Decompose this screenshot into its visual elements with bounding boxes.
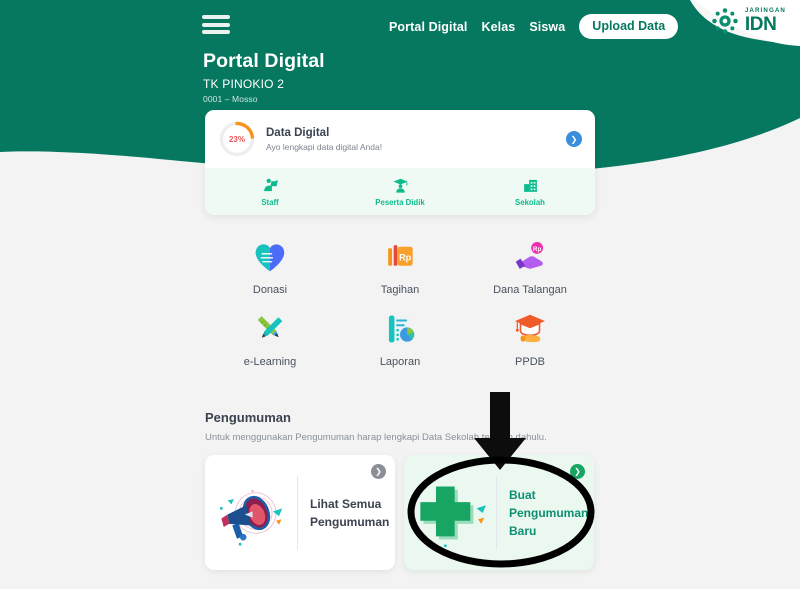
menu-item-tagihan[interactable]: Rp Tagihan	[335, 238, 465, 296]
page-title: Portal Digital	[203, 50, 325, 72]
heart-hand-icon	[255, 244, 285, 272]
data-category-label: Peserta Didik	[375, 197, 425, 207]
data-category-peserta-didik[interactable]: Peserta Didik	[335, 177, 465, 207]
upload-data-button[interactable]: Upload Data	[579, 14, 679, 39]
menu-item-e-learning[interactable]: e-Learning	[205, 310, 335, 368]
brand-logo: JARINGAN IDN	[710, 6, 786, 36]
svg-text:Rp: Rp	[399, 253, 412, 263]
idn-starburst-icon	[712, 8, 738, 34]
announcement-cards: Lihat Semua Pengumuman ❯ Buat Pengumuman…	[205, 455, 594, 570]
nav-links: Portal Digital Kelas Siswa Upload Data	[389, 14, 679, 39]
announcement-section-title: Pengumuman	[205, 410, 291, 425]
graduate-icon	[392, 178, 408, 193]
menu-item-dana-talangan[interactable]: Rp Dana Talangan	[465, 238, 595, 296]
menu-item-label: PPDB	[515, 356, 545, 368]
data-digital-card[interactable]: 23% Data Digital Ayo lengkapi data digit…	[205, 110, 595, 215]
menu-item-label: Laporan	[379, 356, 421, 368]
logo-idn-text: IDN	[744, 14, 777, 36]
top-navigation-bar: Portal Digital Kelas Siswa Upload Data	[0, 0, 800, 48]
nav-item-kelas[interactable]: Kelas	[482, 20, 516, 34]
data-digital-header: 23% Data Digital Ayo lengkapi data digit…	[205, 110, 595, 168]
menu-item-label: e-Learning	[243, 356, 297, 368]
nav-item-portal-digital[interactable]: Portal Digital	[389, 20, 468, 34]
staff-icon	[263, 178, 278, 191]
menu-item-donasi[interactable]: Donasi	[205, 238, 335, 296]
card-label: Buat Pengumuman Baru	[509, 487, 589, 538]
nav-item-siswa[interactable]: Siswa	[529, 20, 565, 34]
school-code: 0001 – Mosso	[203, 94, 258, 104]
data-digital-categories: Staff Peserta Didik Sekolah	[205, 168, 595, 215]
card-chevron-right-icon[interactable]: ❯	[570, 464, 585, 479]
progress-ring: 23%	[218, 120, 256, 158]
card-chevron-right-icon[interactable]: ❯	[371, 464, 386, 479]
svg-text:Rp: Rp	[533, 246, 542, 253]
progress-percent-label: 23%	[228, 134, 245, 144]
data-category-label: Staff	[261, 197, 279, 207]
card-lihat-semua-pengumuman[interactable]: Lihat Semua Pengumuman ❯	[205, 455, 395, 570]
school-building-icon	[523, 179, 537, 192]
data-digital-text: Data Digital Ayo lengkapi data digital A…	[266, 127, 382, 152]
pencil-ruler-icon	[257, 316, 283, 338]
page-header: Portal Digital TK PINOKIO 2 0001 – Mosso	[203, 50, 325, 104]
menu-item-label: Dana Talangan	[493, 284, 567, 296]
hand-coin-icon: Rp	[515, 241, 544, 269]
data-digital-title: Data Digital	[266, 126, 330, 139]
report-chart-icon	[388, 315, 415, 343]
data-category-sekolah[interactable]: Sekolah	[465, 177, 595, 207]
hamburger-icon[interactable]	[202, 15, 230, 34]
rp-book-icon: Rp	[388, 245, 413, 266]
data-category-staff[interactable]: Staff	[205, 177, 335, 207]
plus-illustration	[404, 455, 496, 570]
graduation-cap-icon	[514, 314, 546, 343]
app-screen: Portal Digital Kelas Siswa Upload Data J…	[0, 0, 800, 589]
school-name: TK PINOKIO 2	[203, 77, 285, 91]
menu-item-ppdb[interactable]: PPDB	[465, 310, 595, 368]
card-buat-pengumuman-baru[interactable]: Buat Pengumuman Baru ❯	[404, 455, 594, 570]
menu-item-laporan[interactable]: Laporan	[335, 310, 465, 368]
announcement-section-description: Untuk menggunakan Pengumuman harap lengk…	[205, 432, 547, 443]
data-digital-description: Ayo lengkapi data digital Anda!	[266, 141, 383, 152]
data-digital-chevron-right-icon[interactable]: ❯	[566, 131, 582, 147]
menu-grid: Donasi Rp Tagihan Rp Dana Talangan e-Lea…	[205, 238, 595, 368]
card-label: Lihat Semua Pengumuman	[310, 496, 390, 529]
menu-item-label: Tagihan	[380, 284, 420, 296]
menu-item-label: Donasi	[252, 284, 288, 296]
megaphone-illustration	[205, 455, 297, 570]
data-category-label: Sekolah	[515, 197, 545, 207]
